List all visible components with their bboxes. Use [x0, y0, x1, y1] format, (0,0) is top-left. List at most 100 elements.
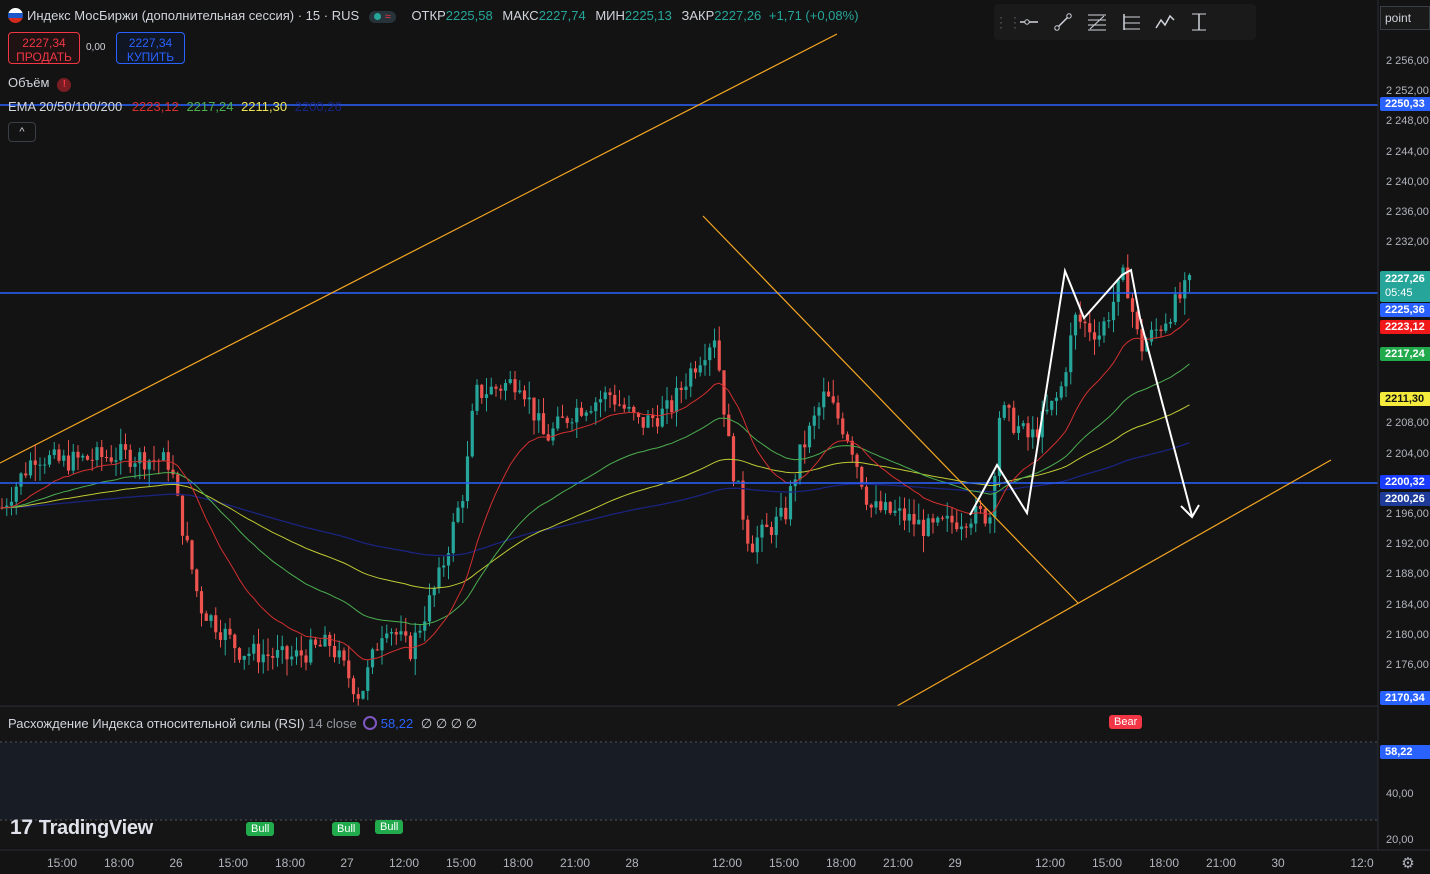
bull-candle: [1069, 335, 1073, 373]
bull-candle: [898, 508, 902, 511]
date-range-icon[interactable]: [1182, 7, 1216, 37]
bull-candle: [1073, 314, 1078, 336]
bull-candle: [19, 473, 23, 487]
bear-candle: [171, 469, 175, 475]
ema100-value: 2211,30: [241, 99, 288, 114]
bull-candle: [660, 408, 664, 427]
bull-candle: [1059, 386, 1063, 398]
bear-candle: [24, 473, 28, 476]
volume-legend[interactable]: Объём!: [8, 75, 72, 92]
bear-candle: [950, 515, 954, 523]
bear-candle: [1083, 321, 1087, 324]
bull-candle: [461, 501, 465, 508]
bear-candle: [76, 451, 80, 458]
bull-candle: [508, 379, 512, 384]
bull-candle: [945, 515, 949, 519]
tradingview-logo[interactable]: 17 TradingView: [10, 816, 153, 840]
bear-candle: [123, 444, 128, 450]
market-status-badge[interactable]: ≈: [368, 11, 396, 23]
pitchfork-icon[interactable]: [1114, 7, 1148, 37]
buy-button[interactable]: 2227,34 КУПИТЬ: [116, 32, 185, 64]
price-tick-label: 2 232,00: [1386, 236, 1429, 249]
bear-candle: [499, 388, 503, 391]
status-dot-icon: [373, 13, 381, 20]
bear-candle: [1178, 294, 1182, 299]
bull-candle: [598, 399, 603, 403]
bull-candle: [475, 384, 479, 411]
trend-line-icon[interactable]: [1046, 7, 1080, 37]
bull-candle: [1149, 329, 1154, 342]
bull-candle: [788, 486, 793, 520]
bear-candle: [1088, 323, 1092, 333]
last-price-tag: 2227,26 05:45: [1380, 271, 1430, 302]
bull-candle: [893, 510, 897, 513]
bear-candle: [579, 407, 584, 416]
bull-candle: [883, 502, 888, 511]
bull-candle: [589, 411, 593, 413]
bull-candle: [114, 460, 118, 462]
bull-candle: [133, 463, 137, 467]
bull-candle: [484, 394, 489, 398]
bull-candle: [708, 347, 712, 361]
bull-candle: [537, 413, 541, 421]
bull-candle: [959, 526, 964, 530]
bear-candle: [1159, 329, 1163, 331]
bear-candle: [185, 535, 189, 541]
bull-candle: [556, 416, 560, 429]
sell-button[interactable]: 2227,34 ПРОДАТЬ: [8, 32, 80, 64]
ema200-tag: 2200,26: [1380, 492, 1430, 506]
bear-candle: [394, 632, 398, 635]
symbol-title[interactable]: Индекс МосБиржи (дополнительная сессия) …: [27, 8, 359, 23]
warning-icon[interactable]: !: [57, 78, 72, 92]
bull-candle: [209, 615, 213, 621]
bear-candle: [347, 660, 351, 679]
bear-candle: [769, 526, 774, 536]
tradingview-logo-icon: 17: [10, 816, 33, 839]
price-tick-label: 2 176,00: [1386, 659, 1429, 671]
bull-candle: [1111, 301, 1116, 321]
drag-handle-icon[interactable]: ⋮⋮: [994, 14, 1022, 31]
bear-candle: [342, 650, 346, 661]
bottom-tag: 2170,34: [1380, 691, 1430, 705]
bull-candle: [323, 634, 327, 647]
bull-candle: [689, 368, 693, 387]
russia-flag-icon: [8, 8, 23, 23]
buy-label: КУПИТЬ: [126, 50, 175, 64]
collapse-legend-button[interactable]: ^: [8, 122, 36, 142]
spread-value: 0,00: [86, 42, 106, 53]
bull-candle: [361, 690, 365, 699]
bull-candle: [988, 517, 992, 524]
descending-trend-line: [702, 215, 1079, 604]
time-tick-label: 18:00: [274, 856, 306, 870]
chart-canvas[interactable]: [0, 0, 1430, 874]
level-top-tag: 2250,33: [1380, 97, 1430, 111]
path-icon[interactable]: [1148, 7, 1182, 37]
bear-candle: [266, 654, 270, 657]
fib-retracement-icon[interactable]: [1080, 7, 1114, 37]
logo-text: TradingView: [38, 817, 153, 839]
time-tick-label: 21:00: [882, 856, 914, 870]
rsi-legend[interactable]: Расхождение Индекса относительной силы (…: [8, 716, 477, 732]
settings-gear-icon[interactable]: ⚙: [1398, 854, 1418, 872]
bull-candle: [489, 386, 493, 395]
bull-candle: [38, 464, 42, 466]
bull-candle: [594, 402, 598, 412]
bear-candle: [803, 444, 807, 448]
bear-candle: [836, 402, 840, 419]
time-tick-label: 18:00: [1148, 856, 1180, 870]
ema-legend[interactable]: EMA 20/50/100/200 2223,12 2217,24 2211,3…: [8, 99, 342, 114]
price-scale-mode[interactable]: point: [1380, 6, 1430, 30]
bull-candle: [1183, 280, 1187, 299]
bull-candle: [527, 397, 531, 400]
bull-candle: [584, 412, 588, 416]
rsi-extra-values: ∅ ∅ ∅ ∅: [420, 716, 478, 731]
bear-candle: [1026, 423, 1030, 438]
bull-candle: [81, 455, 85, 458]
bull-candle: [575, 407, 579, 423]
bear-candle: [228, 628, 232, 635]
horizontal-ray-icon[interactable]: [1012, 7, 1046, 37]
bull-candle: [518, 390, 522, 393]
bear-candle: [190, 540, 194, 570]
bull-candle: [926, 518, 930, 536]
bear-candle: [784, 507, 788, 520]
